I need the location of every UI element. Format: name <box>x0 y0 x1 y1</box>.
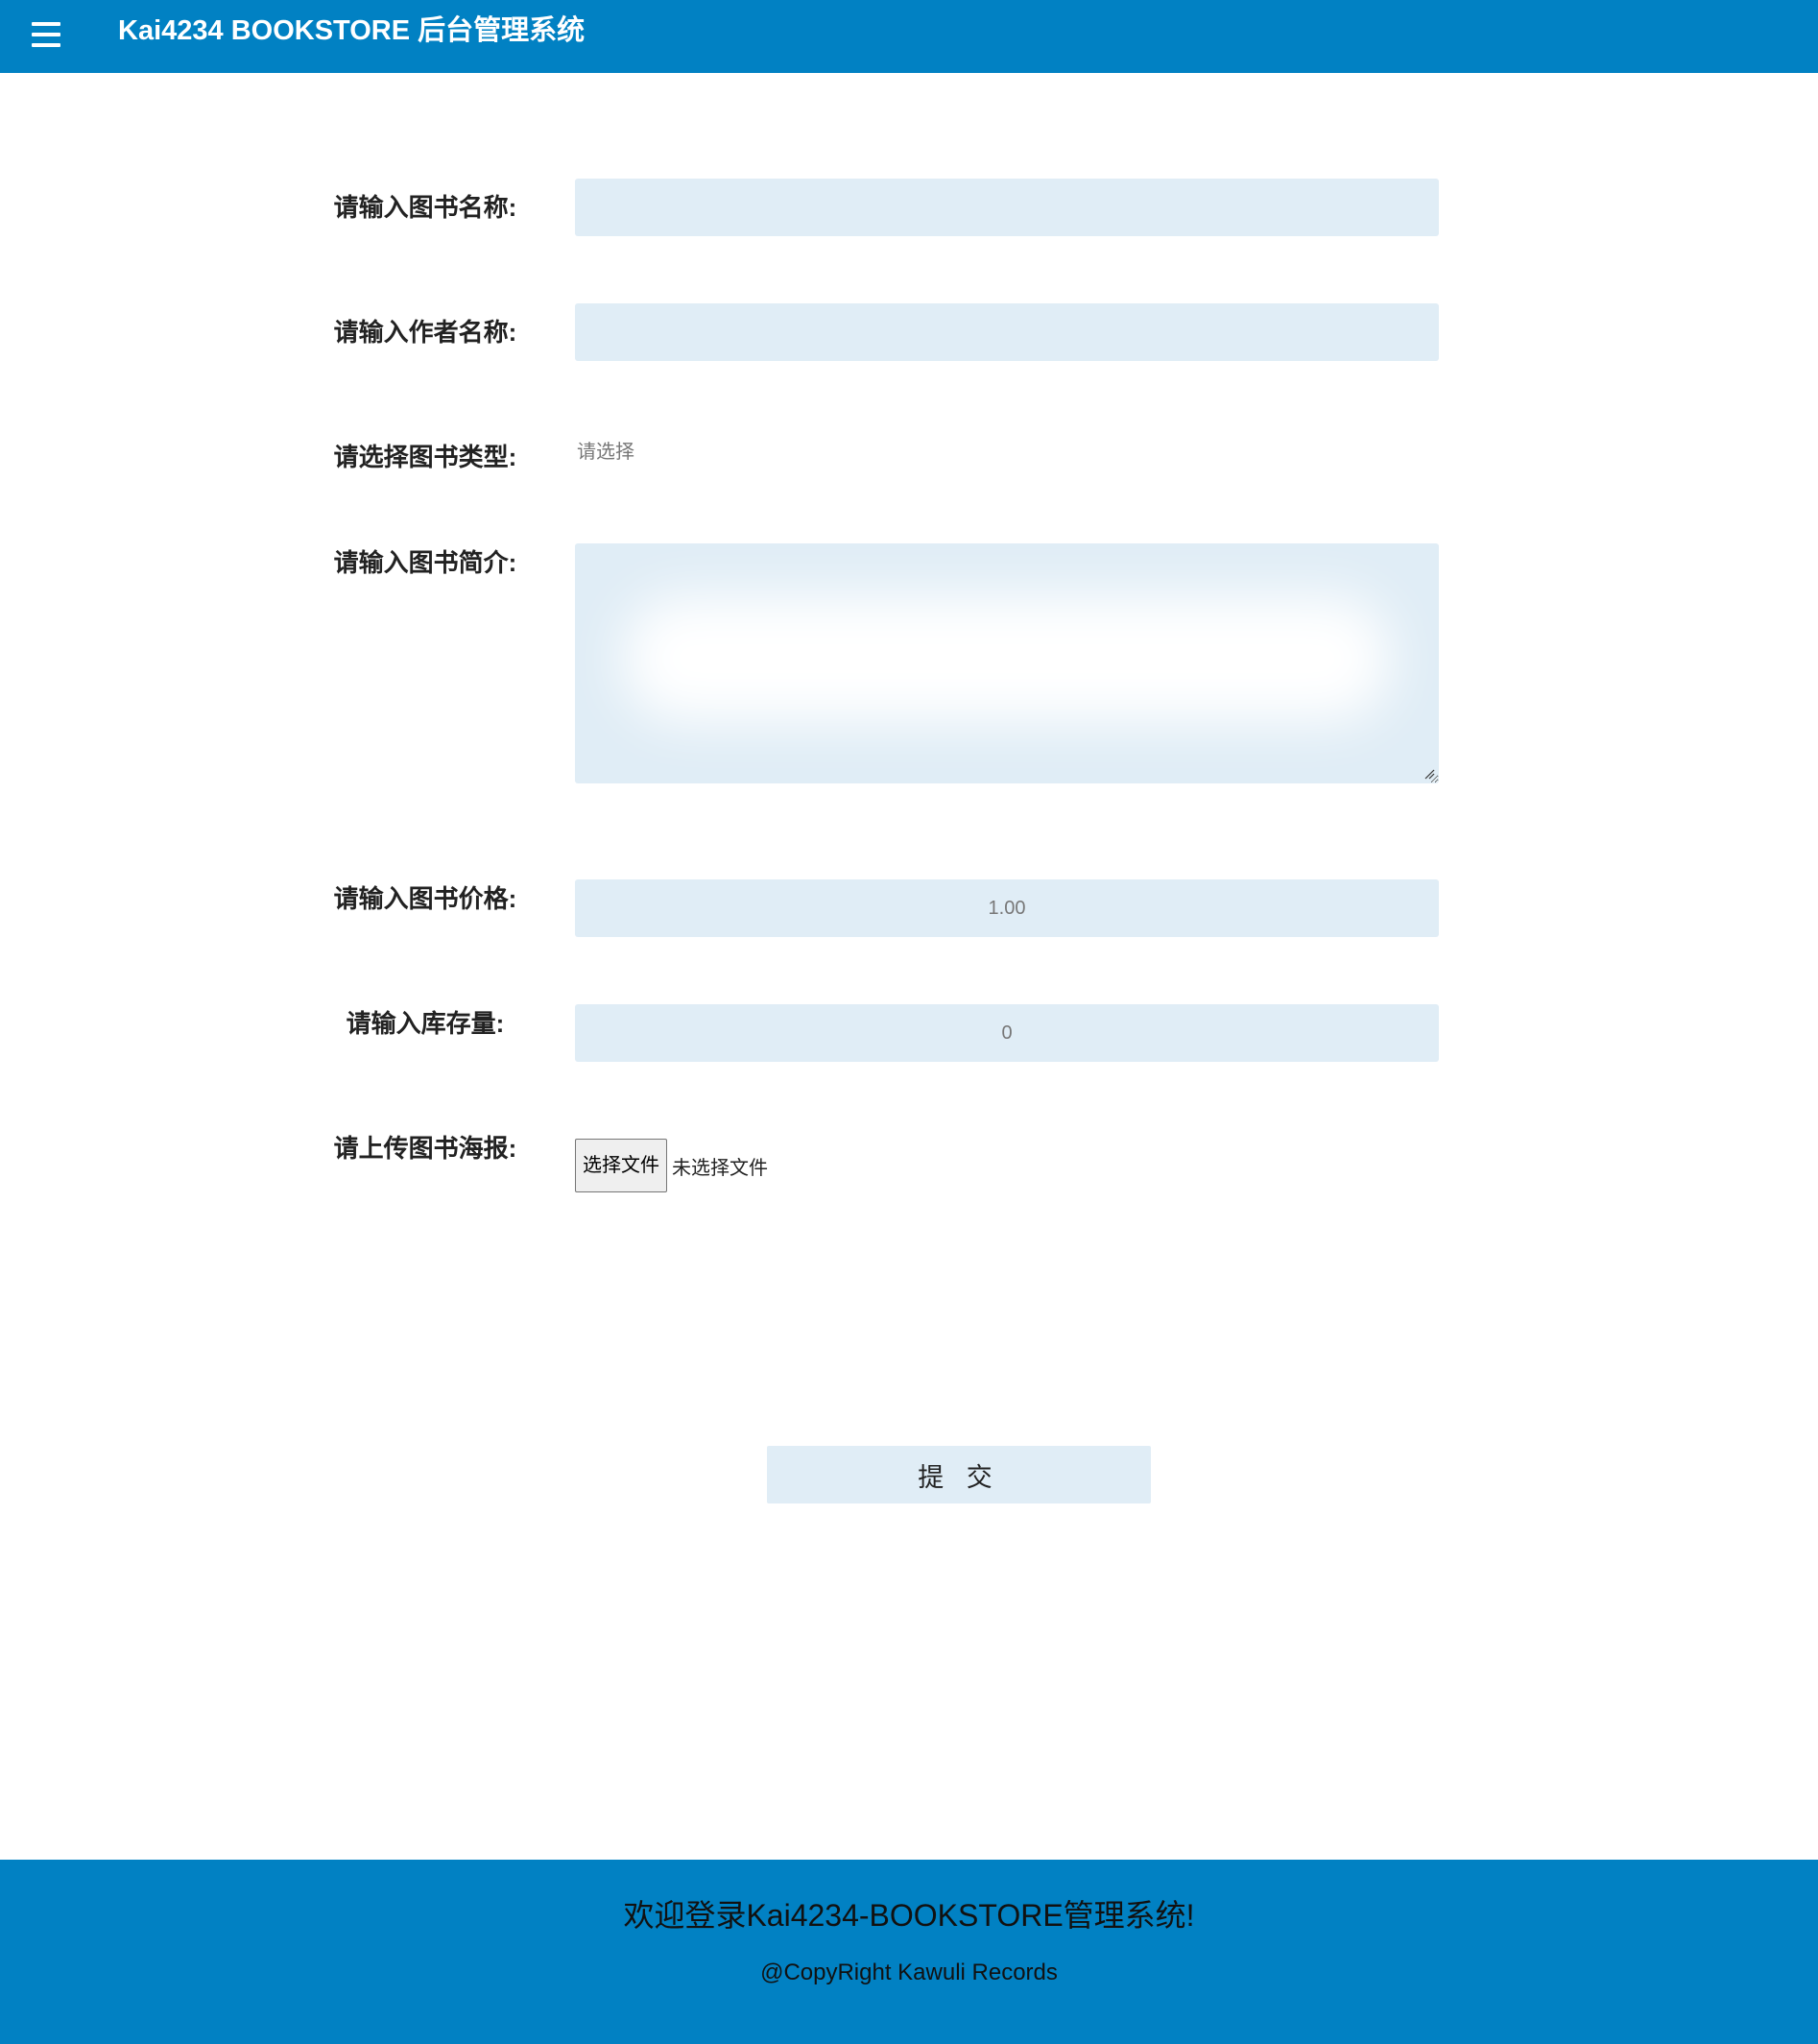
stock-input[interactable] <box>575 1004 1439 1062</box>
top-bar: Kai4234 BOOKSTORE 后台管理系统 <box>0 0 1818 73</box>
author-name-input[interactable] <box>575 303 1439 361</box>
author-name-label: 请输入作者名称: <box>333 318 517 347</box>
footer-copyright: @CopyRight Kawuli Records <box>760 1960 1058 1985</box>
book-description-label: 请输入图书简介: <box>333 548 517 577</box>
resize-grip-icon[interactable] <box>1423 768 1435 780</box>
poster-upload: 选择文件 未选择文件 <box>575 1139 768 1192</box>
stock-label: 请输入库存量: <box>346 1009 505 1038</box>
footer-welcome-text: 欢迎登录Kai4234-BOOKSTORE管理系统! <box>623 1898 1195 1933</box>
file-status: 未选择文件 <box>672 1157 768 1179</box>
book-description-field <box>575 543 1439 783</box>
book-name-input[interactable] <box>575 179 1439 236</box>
hamburger-menu-icon[interactable] <box>32 22 60 49</box>
book-poster-label: 请上传图书海报: <box>333 1134 517 1163</box>
book-type-select[interactable]: 请选择 <box>577 436 634 464</box>
choose-file-button[interactable]: 选择文件 <box>575 1139 667 1192</box>
app-title: Kai4234 BOOKSTORE 后台管理系统 <box>118 15 586 46</box>
footer: 欢迎登录Kai4234-BOOKSTORE管理系统! @CopyRight Ka… <box>0 1860 1818 2044</box>
book-type-label: 请选择图书类型: <box>333 443 517 471</box>
book-description-textarea[interactable] <box>575 543 1439 783</box>
book-price-input[interactable] <box>575 879 1439 937</box>
book-name-label: 请输入图书名称: <box>333 193 517 222</box>
submit-button[interactable]: 提 交 <box>767 1446 1151 1503</box>
book-price-label: 请输入图书价格: <box>333 884 517 913</box>
